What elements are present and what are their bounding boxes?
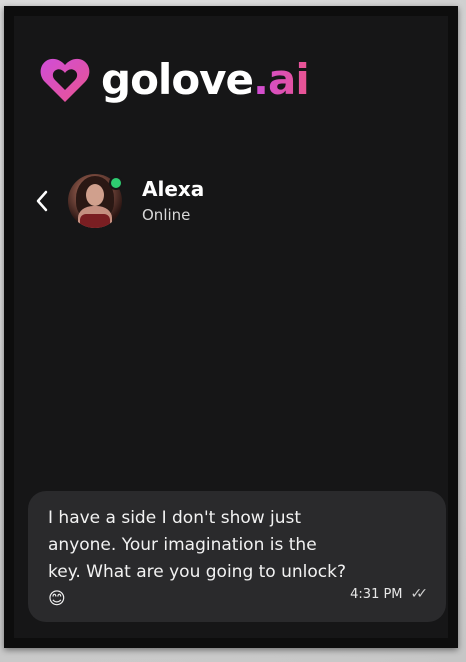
picture-frame: golove .ai Alexa Online I have a side I … [4, 6, 458, 648]
double-check-icon: ✓✓ [410, 586, 429, 602]
online-status-dot [109, 176, 123, 190]
chevron-left-icon [36, 190, 48, 212]
message-bubble: I have a side I don't show just anyone. … [28, 491, 446, 622]
contact-status: Online [142, 206, 191, 224]
brand-wordmark: golove .ai [101, 55, 310, 104]
contact-avatar[interactable] [68, 174, 123, 228]
brand-name: golove [101, 55, 254, 104]
chat-screen: golove .ai Alexa Online I have a side I … [14, 16, 448, 638]
message-meta: 4:31 PM ✓✓ [350, 586, 429, 602]
chat-header: Alexa Online [30, 174, 204, 228]
back-button[interactable] [30, 189, 54, 213]
brand-logo: golove .ai [37, 52, 310, 108]
contact-info: Alexa Online [142, 178, 204, 224]
contact-name: Alexa [142, 177, 205, 201]
brand-name-accent: .ai [253, 55, 310, 104]
message-time: 4:31 PM [350, 586, 403, 602]
heart-logo-icon [40, 58, 90, 102]
message-text: I have a side I don't show just anyone. … [48, 508, 346, 609]
